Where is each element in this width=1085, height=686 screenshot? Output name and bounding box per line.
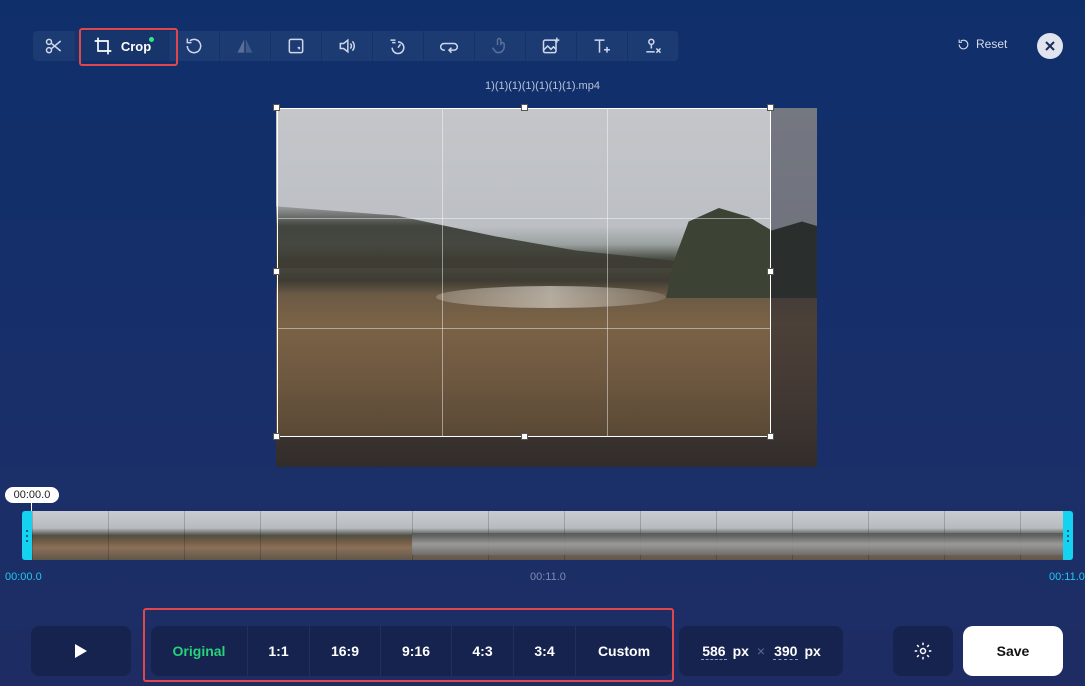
width-unit: px xyxy=(732,643,749,659)
loop-icon xyxy=(440,42,458,54)
reset-button[interactable]: Reset xyxy=(957,37,1007,51)
crop-handle-bottom-right[interactable] xyxy=(767,433,774,440)
flip-tool-button[interactable] xyxy=(220,31,271,61)
crop-handle-bottom[interactable] xyxy=(521,433,528,440)
grid-line xyxy=(278,328,770,329)
grid-line xyxy=(442,109,443,436)
crop-height-input[interactable]: 390 xyxy=(773,643,799,660)
touch-tool-button[interactable] xyxy=(475,31,526,61)
settings-button[interactable] xyxy=(893,626,953,676)
crop-mask-bottom xyxy=(276,437,771,467)
play-icon xyxy=(75,644,87,658)
volume-icon xyxy=(339,38,355,54)
file-name: 1)(1)(1)(1)(1)(1)(1).mp4 xyxy=(485,80,600,92)
crop-handle-top-right[interactable] xyxy=(767,104,774,111)
close-button[interactable] xyxy=(1037,33,1063,59)
trim-handle-end[interactable] xyxy=(1063,511,1073,560)
image-add-icon xyxy=(542,37,560,54)
crop-handle-left[interactable] xyxy=(273,268,280,275)
remove-watermark-tool-button[interactable] xyxy=(628,31,679,61)
timeline-thumbnails xyxy=(32,511,1063,560)
gear-icon xyxy=(914,642,932,660)
speed-tool-button[interactable] xyxy=(373,31,424,61)
volume-tool-button[interactable] xyxy=(322,31,373,61)
text-add-icon xyxy=(594,39,610,53)
crop-handle-top-left[interactable] xyxy=(273,104,280,111)
trim-tool-button[interactable] xyxy=(33,31,76,61)
loop-tool-button[interactable] xyxy=(424,31,475,61)
crop-size-display: 586 px × 390 px xyxy=(679,626,843,676)
close-icon xyxy=(1045,41,1055,51)
size-separator: × xyxy=(756,643,766,659)
mid-time-label: 00:11.0 xyxy=(530,571,566,583)
frame-tool-button[interactable] xyxy=(271,31,322,61)
timeline-track[interactable] xyxy=(22,511,1073,560)
speed-icon xyxy=(390,39,405,55)
crop-handle-right[interactable] xyxy=(767,268,774,275)
crop-handle-top[interactable] xyxy=(521,104,528,111)
rotate-icon xyxy=(186,38,202,54)
end-time-label: 00:11.0 xyxy=(1049,571,1085,583)
grid-line xyxy=(607,109,608,436)
scissors-icon xyxy=(45,38,62,54)
crop-box[interactable] xyxy=(277,108,771,437)
add-image-tool-button[interactable] xyxy=(526,31,577,61)
crop-mask-right xyxy=(771,108,817,467)
touch-icon xyxy=(491,37,505,54)
crop-frame-icon xyxy=(288,38,304,54)
play-button[interactable] xyxy=(31,626,131,676)
add-text-tool-button[interactable] xyxy=(577,31,628,61)
crop-highlight-box xyxy=(79,28,178,66)
reset-label: Reset xyxy=(976,37,1008,51)
start-time-label: 00:00.0 xyxy=(5,571,42,583)
reset-icon xyxy=(958,39,969,49)
ratio-highlight-box xyxy=(143,608,674,682)
watermark-remove-icon xyxy=(646,38,662,54)
flip-icon xyxy=(237,39,253,53)
trim-handle-start[interactable] xyxy=(22,511,32,560)
save-button[interactable]: Save xyxy=(963,626,1063,676)
crop-width-input[interactable]: 586 xyxy=(701,643,727,660)
playhead-time: 00:00.0 xyxy=(5,487,59,503)
crop-handle-bottom-left[interactable] xyxy=(273,433,280,440)
grid-line xyxy=(278,218,770,219)
thumbnail-water xyxy=(412,533,1063,555)
height-unit: px xyxy=(804,643,821,659)
